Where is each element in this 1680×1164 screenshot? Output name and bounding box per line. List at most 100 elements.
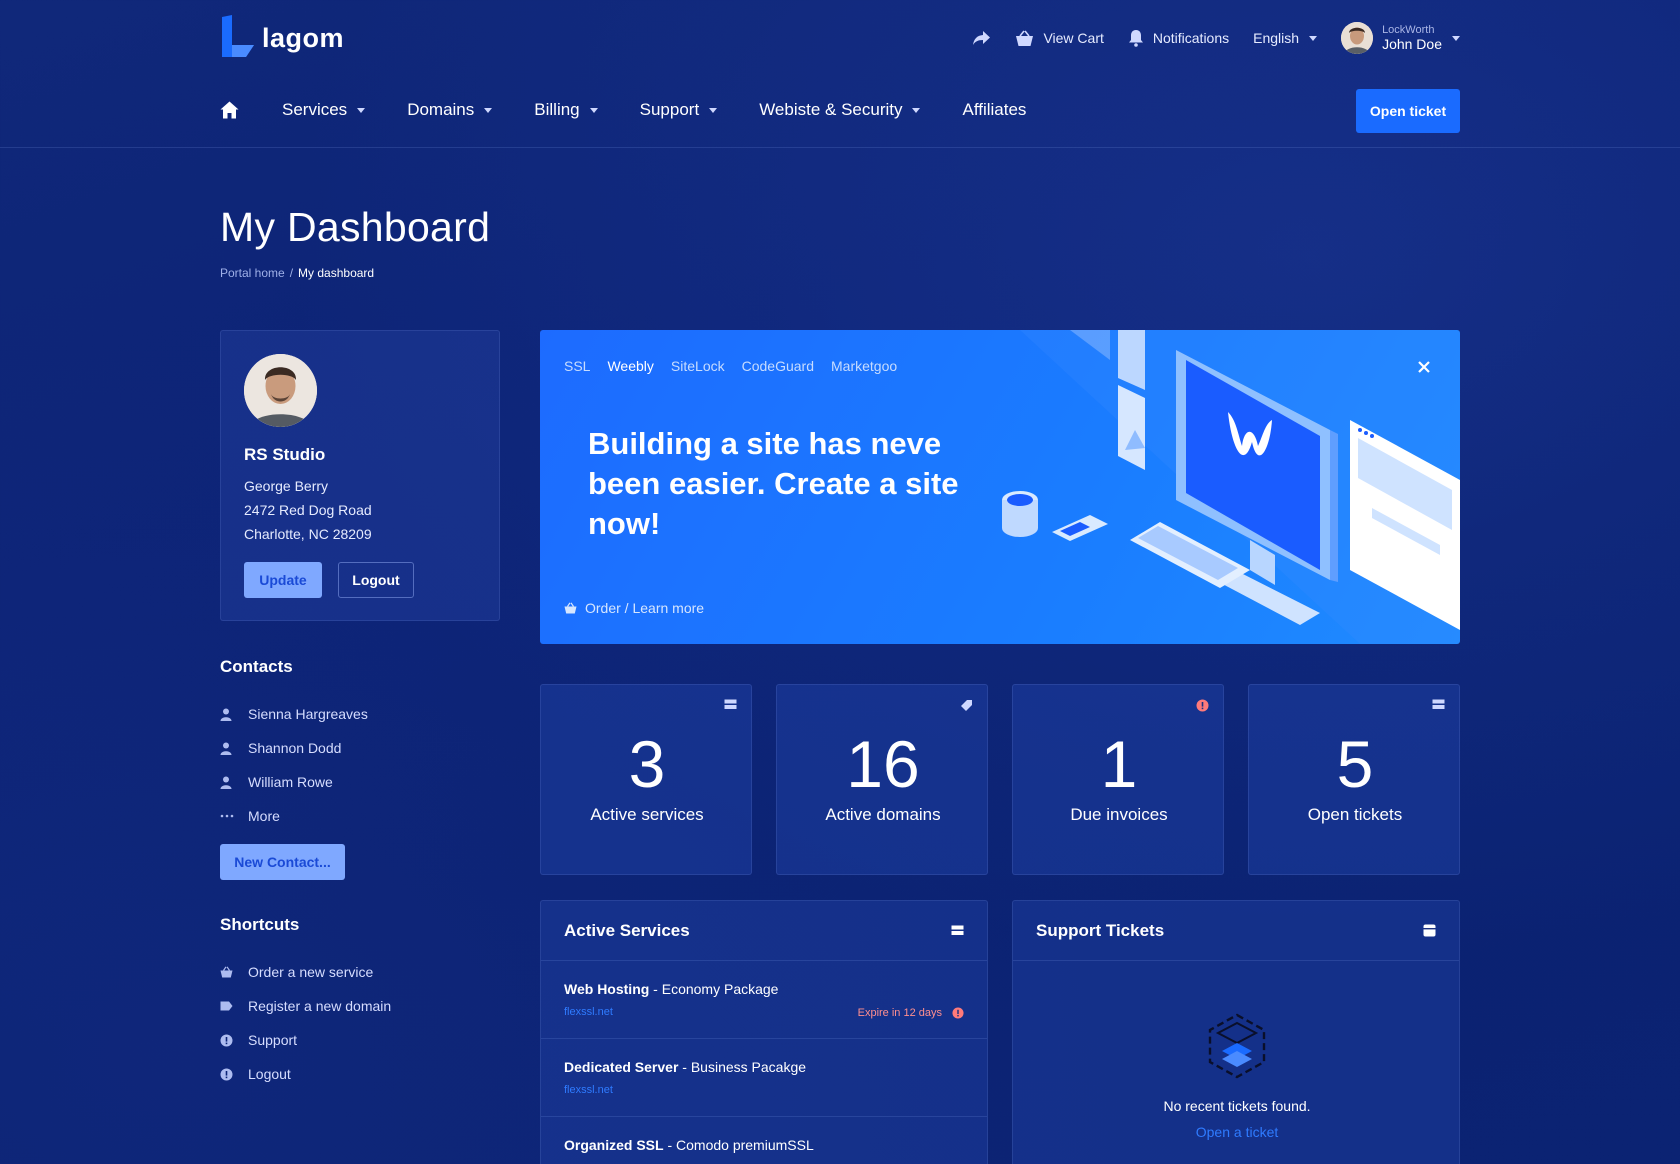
- contact-item[interactable]: Shannon Dodd: [220, 731, 368, 765]
- contact-item[interactable]: William Rowe: [220, 765, 368, 799]
- promo-tab-weebly[interactable]: Weebly: [607, 358, 653, 374]
- active-services-panel: Active Services Web Hosting - Economy Pa…: [540, 900, 988, 1164]
- brand-logo[interactable]: lagom: [220, 15, 344, 59]
- nav-item-website-security[interactable]: Webiste & Security: [759, 100, 921, 120]
- share-button[interactable]: [972, 30, 991, 46]
- tickets-empty-text: No recent tickets found.: [1163, 1098, 1311, 1114]
- shortcut-label: Support: [248, 1032, 298, 1048]
- nav-item-support[interactable]: Support: [640, 100, 718, 120]
- bell-icon: [1128, 30, 1143, 47]
- user-menu[interactable]: LockWorth John Doe: [1341, 22, 1460, 54]
- user-icon: [220, 708, 232, 721]
- promo-order-link[interactable]: Order / Learn more: [564, 600, 704, 616]
- promo-tab-sitelock[interactable]: SiteLock: [671, 358, 725, 374]
- share-icon: [973, 31, 991, 45]
- logout-button[interactable]: Logout: [338, 562, 414, 598]
- view-cart-label: View Cart: [1043, 30, 1104, 46]
- nav-item-services[interactable]: Services: [282, 100, 366, 120]
- open-ticket-button[interactable]: Open ticket: [1356, 89, 1460, 133]
- shortcut-label: Logout: [248, 1066, 291, 1082]
- chevron-down-icon: [357, 107, 366, 113]
- nav-item-domains[interactable]: Domains: [407, 100, 493, 120]
- service-row[interactable]: Organized SSL - Comodo premiumSSL: [541, 1117, 987, 1164]
- alert-circle-icon: [220, 1068, 233, 1080]
- alert-icon: [1196, 699, 1209, 712]
- stat-value: 16: [846, 727, 920, 801]
- tag-icon: [220, 1001, 233, 1011]
- home-icon: [220, 101, 239, 119]
- close-banner-button[interactable]: [1418, 360, 1430, 378]
- service-package: - Comodo premiumSSL: [663, 1137, 814, 1153]
- promo-tab-marketgoo[interactable]: Marketgoo: [831, 358, 897, 374]
- breadcrumb-separator: /: [289, 266, 294, 280]
- basket-icon: [564, 602, 577, 614]
- chevron-down-icon: [1452, 35, 1460, 41]
- notifications-button[interactable]: Notifications: [1128, 29, 1229, 47]
- promo-tab-ssl[interactable]: SSL: [564, 358, 590, 374]
- nav-item-label: Support: [639, 100, 700, 119]
- service-expire-warning: Expire in 12 days: [858, 1007, 964, 1019]
- stat-value: 1: [1100, 727, 1138, 801]
- language-label: English: [1253, 30, 1300, 46]
- close-icon: [1418, 361, 1430, 373]
- contacts-more-link[interactable]: More: [220, 799, 368, 833]
- profile-contact-name: George Berry: [244, 478, 329, 494]
- promo-tab-codeguard[interactable]: CodeGuard: [742, 358, 814, 374]
- shortcuts-list: Order a new service Register a new domai…: [220, 955, 391, 1091]
- profile-avatar: [244, 354, 317, 427]
- contacts-heading: Contacts: [220, 657, 293, 676]
- server-icon[interactable]: [951, 925, 964, 936]
- promo-link-label: Order / Learn more: [585, 600, 705, 616]
- service-row[interactable]: Web Hosting - Economy Package flexssl.ne…: [541, 961, 987, 1039]
- service-title: Dedicated Server - Business Pacakge: [564, 1059, 964, 1075]
- service-title: Organized SSL - Comodo premiumSSL: [564, 1137, 964, 1153]
- nav-item-label: Services: [282, 100, 348, 119]
- shortcut-label: Register a new domain: [248, 998, 392, 1014]
- nav-item-billing[interactable]: Billing: [534, 100, 598, 120]
- new-contact-button[interactable]: New Contact...: [220, 844, 345, 880]
- main-nav: Services Domains Billing Support Webiste…: [0, 74, 1680, 148]
- service-domain-link[interactable]: flexssl.net: [564, 1084, 964, 1096]
- server-icon: [724, 699, 737, 709]
- ticket-icon[interactable]: [1423, 924, 1436, 937]
- contact-item[interactable]: Sienna Hargreaves: [220, 697, 368, 731]
- language-selector[interactable]: English: [1253, 30, 1318, 46]
- nav-item-affiliates[interactable]: Affiliates: [962, 100, 1026, 120]
- breadcrumb: Portal home / My dashboard: [220, 266, 374, 280]
- shortcut-label: Order a new service: [248, 964, 374, 980]
- contact-name: Sienna Hargreaves: [248, 706, 368, 722]
- stat-open-tickets[interactable]: 5 Open tickets: [1248, 684, 1460, 875]
- open-a-ticket-link[interactable]: Open a ticket: [1013, 1124, 1459, 1140]
- user-icon: [220, 742, 232, 755]
- user-icon: [220, 776, 232, 789]
- chevron-down-icon: [709, 107, 718, 113]
- alert-circle-icon: [220, 1034, 233, 1046]
- breadcrumb-portal-home[interactable]: Portal home: [220, 266, 285, 280]
- user-avatar: [1341, 22, 1374, 54]
- panel-header: Active Services: [541, 901, 987, 961]
- nav-item-label: Billing: [534, 100, 580, 119]
- view-cart-button[interactable]: View Cart: [1015, 30, 1104, 47]
- shortcut-logout[interactable]: Logout: [220, 1057, 391, 1091]
- stat-label: Active services: [590, 805, 704, 824]
- service-product: Web Hosting: [564, 981, 650, 997]
- chevron-down-icon: [912, 107, 921, 113]
- stat-label: Active domains: [825, 805, 941, 824]
- service-row[interactable]: Dedicated Server - Business Pacakge flex…: [541, 1039, 987, 1117]
- contacts-list: Sienna Hargreaves Shannon Dodd William R…: [220, 697, 368, 833]
- shortcuts-heading: Shortcuts: [220, 915, 300, 934]
- promo-headline: Building a site has neve been easier. Cr…: [588, 426, 959, 541]
- stat-active-domains[interactable]: 16 Active domains: [776, 684, 988, 875]
- chevron-down-icon: [1309, 35, 1318, 41]
- home-button[interactable]: [220, 101, 239, 124]
- profile-address-line1: 2472 Red Dog Road: [244, 502, 372, 518]
- shortcut-register-domain[interactable]: Register a new domain: [220, 989, 391, 1023]
- update-profile-button[interactable]: Update: [244, 562, 322, 598]
- shortcut-order-service[interactable]: Order a new service: [220, 955, 391, 989]
- shortcut-support[interactable]: Support: [220, 1023, 391, 1057]
- stat-due-invoices[interactable]: 1 Due invoices: [1012, 684, 1224, 875]
- profile-company: RS Studio: [244, 445, 326, 464]
- stat-active-services[interactable]: 3 Active services: [540, 684, 752, 875]
- stat-label: Due invoices: [1070, 805, 1168, 824]
- contact-name: Shannon Dodd: [248, 740, 342, 756]
